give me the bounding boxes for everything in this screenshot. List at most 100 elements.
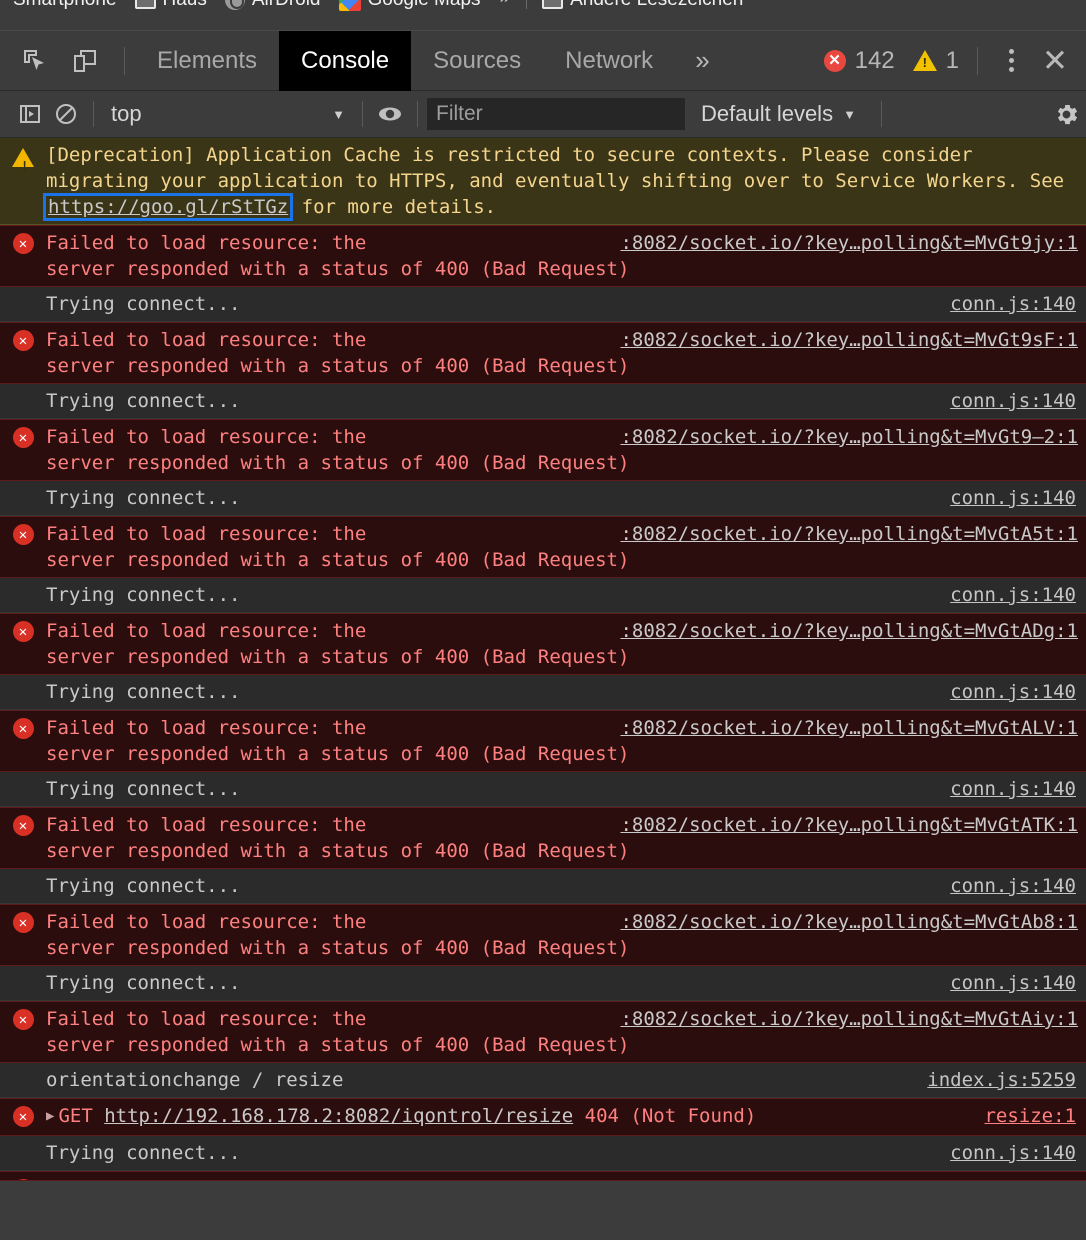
resource-url-link[interactable]: :8082/socket.io/?key…polling&t=MvGtALV:1 — [620, 715, 1078, 741]
source-link[interactable]: conn.js:140 — [950, 485, 1086, 511]
bookmark-item-other-bookmarks[interactable]: Andere Lesezeichen — [533, 0, 752, 13]
console-row[interactable]: ✕ Failed to load resource: the:8082/socke… — [0, 904, 1086, 966]
tab-elements[interactable]: Elements — [135, 31, 279, 91]
error-text-line2: server responded with a status of 400 (B… — [46, 355, 630, 377]
console-row[interactable]: ✕ Failed to load resource: the:8082/socke… — [0, 516, 1086, 578]
console-log-list[interactable]: [Deprecation] Application Cache is restr… — [0, 138, 1086, 1181]
folder-icon — [542, 0, 564, 9]
resource-url-link[interactable]: :8082/socket.io/?key…polling&t=MvGtADg:1 — [620, 618, 1078, 644]
close-icon: ✕ — [1042, 43, 1068, 78]
source-link[interactable]: conn.js:140 — [950, 873, 1086, 899]
http-status-label: 404 (Not Found) — [584, 1105, 757, 1127]
filterbar-divider-3 — [417, 101, 418, 127]
console-row[interactable]: ✕ Failed to load resource: the:8082/socke… — [0, 225, 1086, 287]
row-badge — [0, 970, 46, 973]
row-badge — [0, 873, 46, 876]
console-row[interactable]: Trying connect... conn.js:140 — [0, 772, 1086, 807]
source-link[interactable]: conn.js:140 — [950, 582, 1086, 608]
console-filter-bar: top ▼ Default levels ▼ — [0, 90, 1086, 138]
console-sidebar-button[interactable] — [12, 96, 48, 132]
console-row[interactable]: ✕ ▶ GET http://192.168.178.2:8082/iqontrol… — [0, 1098, 1086, 1136]
clear-console-button[interactable] — [48, 96, 84, 132]
inspect-element-button[interactable] — [14, 40, 56, 82]
bookmark-overflow-button[interactable]: » — [490, 0, 521, 9]
error-count-indicator[interactable]: ✕ 142 — [823, 46, 895, 75]
row-badge — [0, 776, 46, 779]
console-row[interactable]: orientationchange / resize index.js:5259 — [0, 1063, 1086, 1098]
row-badge: ✕ — [0, 327, 46, 351]
airdroid-icon — [224, 0, 245, 10]
resource-url-link[interactable]: :8082/socket.io/?key…polling&t=MvGtATK:1 — [620, 812, 1078, 838]
resource-url-link[interactable]: :8082/socket.io/?key…polling&t=MvGt9–2:1 — [620, 424, 1078, 450]
console-row[interactable]: Trying connect... conn.js:140 — [0, 675, 1086, 710]
console-row[interactable]: ✕ Failed to load resource: the:8082/socke… — [0, 1001, 1086, 1063]
execution-context-select[interactable]: top ▼ — [103, 99, 353, 129]
console-row[interactable]: Trying connect... conn.js:140 — [0, 481, 1086, 516]
console-row[interactable]: Trying connect... conn.js:140 — [0, 1136, 1086, 1171]
error-icon: ✕ — [12, 524, 34, 545]
resource-url-link[interactable]: :8082/socket.io/?key…polling&t=MvGtAiy:1 — [620, 1006, 1078, 1032]
source-link[interactable]: conn.js:140 — [950, 776, 1086, 802]
deprecation-doc-link[interactable]: https://goo.gl/rStTGz — [42, 193, 294, 221]
expand-triangle-icon[interactable]: ▶ — [46, 1103, 58, 1129]
resource-url-link[interactable]: :8082/socket.io/?key…polling&t=MvGt9sF:1 — [620, 327, 1078, 353]
console-row-partial[interactable]: ✕ — [0, 1171, 1086, 1181]
resource-url-link[interactable]: :8082/socket.io/?key…polling&t=MvGtAb8:1 — [620, 909, 1078, 935]
console-row[interactable]: Trying connect... conn.js:140 — [0, 287, 1086, 322]
log-levels-select[interactable]: Default levels ▼ — [685, 101, 872, 127]
console-row[interactable]: Trying connect... conn.js:140 — [0, 869, 1086, 904]
row-message: [Deprecation] Application Cache is restr… — [42, 144, 1065, 221]
bookmark-item-google-maps[interactable]: Google Maps — [330, 0, 490, 13]
live-expression-button[interactable] — [372, 96, 408, 132]
tab-console[interactable]: Console — [279, 30, 412, 91]
error-text-line1: Failed to load resource: the — [46, 232, 367, 254]
more-options-button[interactable] — [990, 40, 1032, 82]
resource-url-link[interactable]: :8082/socket.io/?key…polling&t=MvGtA5t:1 — [620, 521, 1078, 547]
error-text-line1: Failed to load resource: the — [46, 426, 367, 448]
row-message: Trying connect... — [46, 778, 241, 800]
warning-count-indicator[interactable]: 1 — [912, 46, 959, 75]
console-row[interactable]: ✕ Failed to load resource: the:8082/socke… — [0, 613, 1086, 675]
row-message: Trying connect... — [46, 584, 241, 606]
console-row[interactable]: Trying connect... conn.js:140 — [0, 384, 1086, 419]
tab-sources[interactable]: Sources — [411, 31, 543, 91]
error-count-label: 142 — [854, 46, 895, 74]
device-toolbar-button[interactable] — [64, 40, 106, 82]
console-row[interactable]: ✕ Failed to load resource: the:8082/socke… — [0, 710, 1086, 772]
row-message: Failed to load resource: the:8082/socket… — [46, 327, 1086, 379]
filter-input[interactable] — [427, 98, 685, 130]
console-row[interactable]: [Deprecation] Application Cache is restr… — [0, 138, 1086, 225]
source-link[interactable]: conn.js:140 — [950, 970, 1086, 996]
bookmark-item-smartphone[interactable]: Smartphone — [4, 0, 126, 13]
source-link[interactable]: conn.js:140 — [950, 679, 1086, 705]
bookmark-item-haus[interactable]: Haus — [126, 0, 216, 13]
source-link[interactable]: resize:1 — [984, 1103, 1086, 1129]
bookmark-item-airdroid[interactable]: AirDroid — [216, 0, 330, 13]
row-badge: ✕ — [0, 1103, 46, 1127]
tab-network[interactable]: Network — [543, 31, 675, 91]
console-row[interactable]: ✕ Failed to load resource: the:8082/socke… — [0, 419, 1086, 481]
row-badge — [0, 1067, 46, 1070]
execution-context-value: top — [111, 101, 142, 126]
warning-count-label: 1 — [945, 46, 959, 74]
request-url-link[interactable]: http://192.168.178.2:8082/iqontrol/resiz… — [104, 1105, 573, 1127]
source-link[interactable]: index.js:5259 — [927, 1067, 1086, 1093]
bookmark-label: Google Maps — [368, 0, 481, 11]
console-row[interactable]: Trying connect... conn.js:140 — [0, 578, 1086, 613]
source-link[interactable]: conn.js:140 — [950, 291, 1086, 317]
console-row[interactable]: ✕ Failed to load resource: the:8082/socke… — [0, 807, 1086, 869]
console-settings-button[interactable] — [1050, 96, 1086, 132]
error-icon: ✕ — [12, 1009, 34, 1030]
bookmark-label: Andere Lesezeichen — [570, 0, 743, 11]
more-tabs-button[interactable]: » — [675, 31, 729, 91]
resource-url-link[interactable]: :8082/socket.io/?key…polling&t=MvGt9jy:1 — [620, 230, 1078, 256]
console-row[interactable]: Trying connect... conn.js:140 — [0, 966, 1086, 1001]
row-badge: ✕ — [0, 618, 46, 642]
source-link[interactable]: conn.js:140 — [950, 388, 1086, 414]
console-row[interactable]: ✕ Failed to load resource: the:8082/socke… — [0, 322, 1086, 384]
error-icon: ✕ — [12, 912, 34, 933]
source-link[interactable]: conn.js:140 — [950, 1140, 1086, 1166]
close-devtools-button[interactable]: ✕ — [1034, 40, 1076, 82]
http-method-label: GET — [58, 1105, 93, 1127]
error-icon: ✕ — [12, 1106, 34, 1127]
